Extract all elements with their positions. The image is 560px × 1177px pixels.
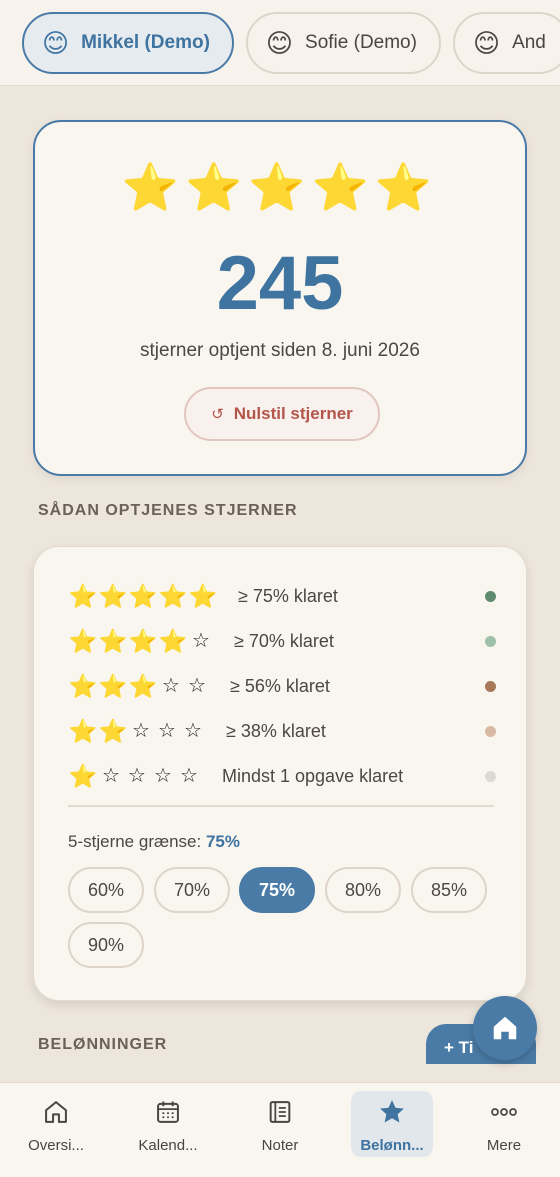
- smiley-icon: 😊: [472, 27, 501, 58]
- threshold-option-80[interactable]: 80%: [325, 867, 401, 913]
- empty-star-icon: ☆: [162, 675, 180, 697]
- rule-stars: ⭐ ⭐ ⭐ ☆ ☆: [68, 672, 210, 699]
- rule-row: ⭐ ⭐ ☆ ☆ ☆ ≥ 38% klaret: [68, 713, 496, 749]
- smiley-icon: 😊: [265, 27, 294, 58]
- smiley-icon: 😊: [42, 27, 70, 58]
- calendar-icon: [157, 1101, 179, 1123]
- nav-label: Noter: [261, 1137, 299, 1154]
- rule-color-dot: [485, 636, 496, 647]
- filled-star-icon: ⭐: [158, 627, 188, 654]
- filled-star-icon: ⭐: [158, 582, 188, 609]
- empty-star-icon: ☆: [184, 720, 202, 742]
- rule-label: ≥ 70% klaret: [234, 630, 334, 651]
- rule-stars: ⭐ ☆ ☆ ☆ ☆: [68, 762, 202, 789]
- nav-label: Mere: [486, 1137, 522, 1154]
- divider: [68, 805, 494, 807]
- rewards-section-title: BELØNNINGER: [38, 1036, 168, 1053]
- filled-star-icon: ⭐: [68, 627, 98, 654]
- rule-label: ≥ 38% klaret: [226, 720, 326, 741]
- threshold-option-85[interactable]: 85%: [411, 867, 487, 913]
- rule-label: ≥ 56% klaret: [230, 675, 330, 696]
- star-summary-card: ⭐⭐⭐⭐⭐ 245 stjerner optjent siden 8. juni…: [33, 120, 527, 476]
- rule-color-dot: [485, 591, 496, 602]
- threshold-label: 5-stjerne grænse: 75%: [68, 832, 240, 852]
- profile-name: Mikkel (Demo): [81, 32, 210, 53]
- threshold-option-60[interactable]: 60%: [68, 867, 144, 913]
- empty-star-icon: ☆: [158, 720, 176, 742]
- filled-star-icon: ⭐: [188, 582, 218, 609]
- empty-star-icon: ☆: [154, 765, 172, 787]
- star-count-subtitle: stjerner optjent siden 8. juni 2026: [140, 340, 420, 361]
- reset-stars-button[interactable]: ↺ Nulstil stjerner: [184, 387, 380, 441]
- rule-label: ≥ 75% klaret: [238, 585, 338, 606]
- empty-star-icon: ☆: [102, 765, 120, 787]
- threshold-option-75[interactable]: 75%: [239, 867, 315, 913]
- nav-item-overview[interactable]: Oversi...: [6, 1091, 106, 1157]
- filled-star-icon: ⭐: [128, 672, 158, 699]
- filled-star-icon: ⭐: [68, 672, 98, 699]
- rules-section-title: SÅDAN OPTJENES STJERNER: [38, 502, 298, 519]
- filled-star-icon: ⭐: [98, 672, 128, 699]
- filled-star-icon: ⭐: [68, 762, 98, 789]
- rule-row: ⭐ ⭐ ⭐ ☆ ☆ ≥ 56% klaret: [68, 668, 496, 704]
- profile-chip-sofie[interactable]: 😊 Sofie (Demo): [245, 12, 441, 74]
- rule-row: ⭐ ⭐ ⭐ ⭐ ☆ ≥ 70% klaret: [68, 623, 496, 659]
- rule-row: ⭐ ⭐ ⭐ ⭐ ⭐ ≥ 75% klaret: [68, 578, 496, 614]
- threshold-label-text: 5-stjerne grænse:: [68, 832, 206, 851]
- reset-stars-label: Nulstil stjerner: [233, 404, 353, 423]
- threshold-option-90[interactable]: 90%: [68, 922, 144, 968]
- filled-star-icon: ⭐: [68, 582, 98, 609]
- star-rating-icons: ⭐⭐⭐⭐⭐: [121, 161, 439, 213]
- star-count: 245: [216, 241, 344, 326]
- profile-bar: 😊 Mikkel (Demo) 😊 Sofie (Demo) 😊 And: [0, 0, 560, 86]
- filled-star-icon: ⭐: [98, 717, 128, 744]
- star-rules-card: ⭐ ⭐ ⭐ ⭐ ⭐ ≥ 75% klaret ⭐ ⭐ ⭐ ⭐ ☆ ≥ 70% klaret ⭐ ⭐…: [33, 546, 527, 1001]
- threshold-value: 75%: [205, 832, 240, 851]
- filled-star-icon: ⭐: [128, 627, 158, 654]
- filled-star-icon: ⭐: [98, 582, 128, 609]
- profile-chip-third[interactable]: 😊 And: [452, 12, 560, 74]
- home-icon: [493, 1016, 517, 1040]
- filled-star-icon: ⭐: [68, 717, 98, 744]
- empty-star-icon: ☆: [188, 675, 206, 697]
- nav-item-calendar[interactable]: Kalend...: [118, 1091, 218, 1157]
- notes-icon: [269, 1101, 291, 1123]
- nav-label: Oversi...: [28, 1137, 84, 1154]
- nav-label: Kalend...: [138, 1137, 198, 1154]
- profile-name: Sofie (Demo): [305, 32, 417, 53]
- rule-color-dot: [485, 681, 496, 692]
- filled-star-icon: ⭐: [128, 582, 158, 609]
- threshold-option-70[interactable]: 70%: [154, 867, 230, 913]
- star-icon: [380, 1100, 404, 1123]
- empty-star-icon: ☆: [180, 765, 198, 787]
- empty-star-icon: ☆: [128, 765, 146, 787]
- profile-name: And: [512, 32, 546, 53]
- home-fab-button[interactable]: [473, 996, 537, 1060]
- nav-label: Belønn...: [360, 1137, 424, 1154]
- rule-color-dot: [485, 771, 496, 782]
- empty-star-icon: ☆: [132, 720, 150, 742]
- nav-item-rewards[interactable]: Belønn...: [351, 1091, 433, 1157]
- home-icon: [45, 1101, 67, 1123]
- profile-chip-mikkel[interactable]: 😊 Mikkel (Demo): [22, 12, 234, 74]
- reset-icon: ↺: [211, 406, 224, 423]
- more-icon: [491, 1108, 517, 1116]
- nav-item-notes[interactable]: Noter: [230, 1091, 330, 1157]
- rule-row: ⭐ ☆ ☆ ☆ ☆ Mindst 1 opgave klaret: [68, 758, 496, 794]
- filled-star-icon: ⭐: [98, 627, 128, 654]
- rule-stars: ⭐ ⭐ ⭐ ⭐ ⭐: [68, 582, 218, 609]
- nav-item-more[interactable]: Mere: [454, 1091, 554, 1157]
- bottom-navigation: Oversi... Kalend... Noter Belønn... Mere: [0, 1082, 560, 1177]
- empty-star-icon: ☆: [192, 630, 210, 652]
- rule-color-dot: [485, 726, 496, 737]
- rule-stars: ⭐ ⭐ ☆ ☆ ☆: [68, 717, 206, 744]
- rule-stars: ⭐ ⭐ ⭐ ⭐ ☆: [68, 627, 214, 654]
- rule-label: Mindst 1 opgave klaret: [222, 765, 404, 786]
